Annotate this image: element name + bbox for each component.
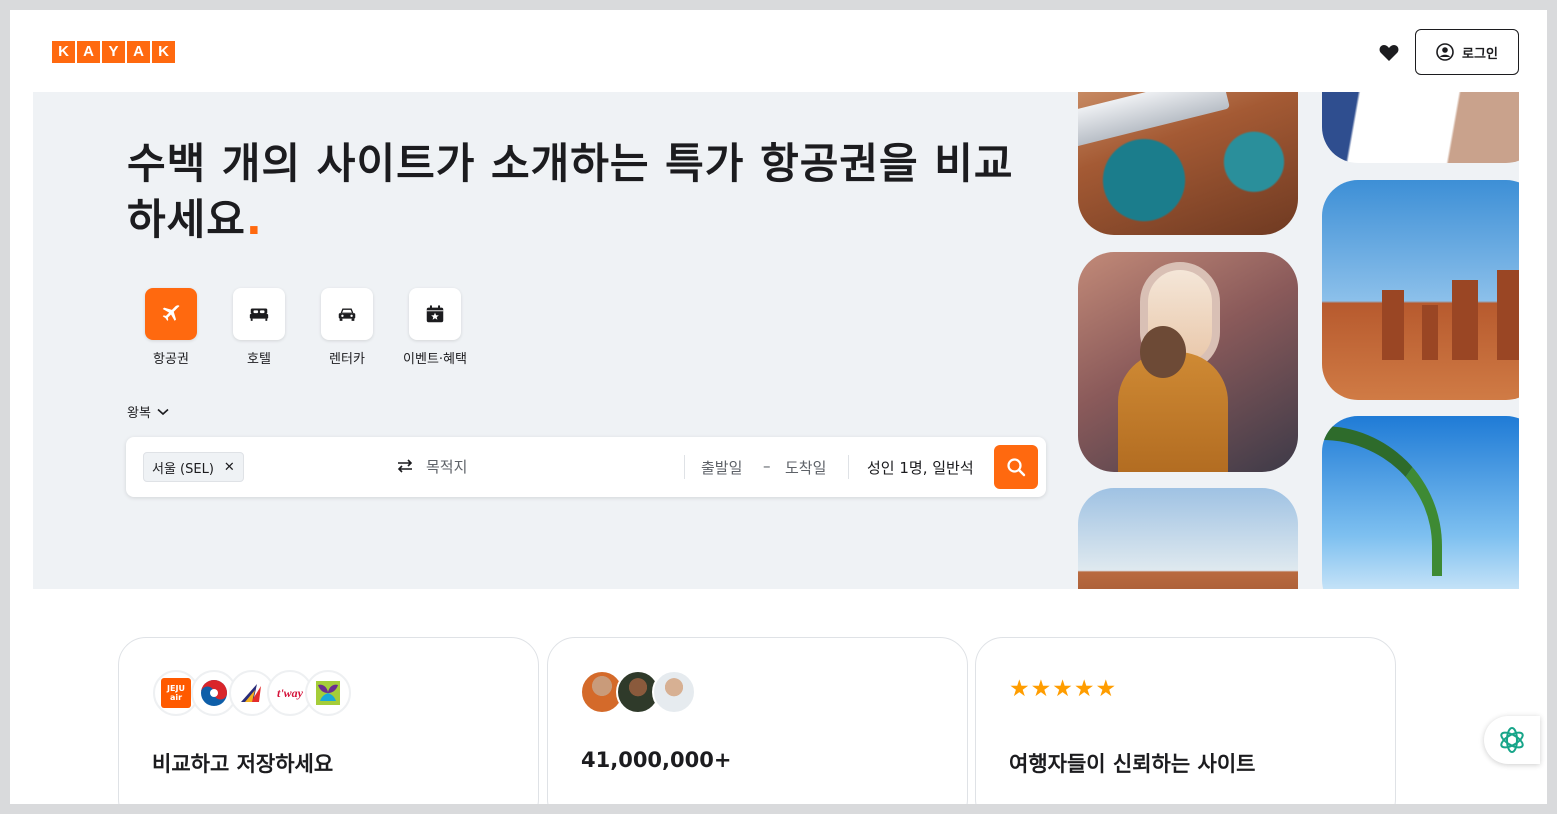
flights-tile <box>145 288 197 340</box>
traveler-avatars <box>580 670 696 714</box>
bed-icon <box>249 308 269 321</box>
tab-label: 항공권 <box>153 352 189 367</box>
trip-type-dropdown[interactable]: 왕복 <box>127 402 169 421</box>
events-tile <box>409 288 461 340</box>
page-title: 수백 개의 사이트가 소개하는 특가 항공권을 비교하세요. <box>127 136 1047 248</box>
assistant-icon <box>1500 727 1524 753</box>
tab-label: 이벤트·혜택 <box>403 352 467 367</box>
user-icon <box>1436 43 1454 61</box>
desert-buttes-photo <box>1078 488 1298 589</box>
tab-events[interactable]: 이벤트·혜택 <box>391 288 479 367</box>
favorites-button[interactable] <box>1376 40 1402 66</box>
divider <box>848 455 849 479</box>
flight-search-form: 서울 (SEL) ✕ 출발일 – 도착일 성인 1명, 일반석 <box>126 437 1046 497</box>
chevron-down-icon <box>157 408 169 415</box>
destination-input[interactable] <box>426 452 666 482</box>
hotels-tile <box>233 288 285 340</box>
depart-date-field[interactable]: 출발일 <box>701 457 742 478</box>
card-title: 41,000,000+ <box>581 748 732 772</box>
origin-chip[interactable]: 서울 (SEL) ✕ <box>143 452 244 482</box>
logo-letter: A <box>127 41 150 63</box>
car-icon <box>338 308 356 321</box>
return-date-field[interactable]: 도착일 <box>785 457 826 478</box>
search-button[interactable] <box>994 445 1038 489</box>
logo-letter: K <box>152 41 175 63</box>
tab-hotels[interactable]: 호텔 <box>215 288 303 367</box>
logo-letter: Y <box>102 41 125 63</box>
login-label: 로그인 <box>1462 46 1498 62</box>
tab-label: 호텔 <box>247 352 271 367</box>
trip-type-label: 왕복 <box>127 406 151 421</box>
monument-valley-photo <box>1322 180 1519 400</box>
travelers-card: 41,000,000+ <box>547 637 968 804</box>
rating-stars: ★★★★★ <box>1009 676 1118 702</box>
remove-origin-button[interactable]: ✕ <box>224 460 235 475</box>
avatar <box>652 670 696 714</box>
origin-value: 서울 (SEL) <box>152 461 214 477</box>
logo-letter: A <box>77 41 100 63</box>
date-separator: – <box>763 457 771 475</box>
card-title: 비교하고 저장하세요 <box>152 752 334 776</box>
compare-card: JEJU air t'way 비교하고 저장하세요 <box>118 637 539 804</box>
heart-icon <box>1379 45 1399 61</box>
cars-tile <box>321 288 373 340</box>
login-button[interactable]: 로그인 <box>1415 29 1519 75</box>
hero-section: 수백 개의 사이트가 소개하는 특가 항공권을 비교하세요. 항공권 호텔 렌터… <box>33 92 1519 589</box>
aerial-wing-photo <box>1078 92 1298 235</box>
browser-page: K A Y A K 로그인 수백 개의 사이트가 소개하는 특가 항공권을 비교… <box>10 10 1547 804</box>
child-window-photo <box>1078 252 1298 472</box>
trusted-card: ★★★★★ 여행자들이 신뢰하는 사이트 <box>975 637 1396 804</box>
tab-flights[interactable]: 항공권 <box>127 288 215 367</box>
search-icon <box>1007 458 1026 477</box>
kayak-logo[interactable]: K A Y A K <box>52 41 175 63</box>
logo-letter: K <box>52 41 75 63</box>
white-houses-photo <box>1322 92 1519 163</box>
card-title: 여행자들이 신뢰하는 사이트 <box>1009 752 1256 776</box>
divider <box>684 455 685 479</box>
palm-sky-photo <box>1322 416 1519 589</box>
swap-icon[interactable] <box>396 458 414 474</box>
calendar-star-icon <box>426 305 444 323</box>
airline-logos: JEJU air t'way <box>153 670 351 716</box>
title-dot: . <box>245 195 263 244</box>
jin-air-logo <box>305 670 351 716</box>
tab-cars[interactable]: 렌터카 <box>303 288 391 367</box>
travelers-field[interactable]: 성인 1명, 일반석 <box>867 457 974 478</box>
tab-label: 렌터카 <box>329 352 365 367</box>
assistant-button[interactable] <box>1484 716 1540 764</box>
plane-icon <box>162 305 180 321</box>
vertical-tabs: 항공권 호텔 렌터카 이벤트·혜택 <box>127 288 479 367</box>
